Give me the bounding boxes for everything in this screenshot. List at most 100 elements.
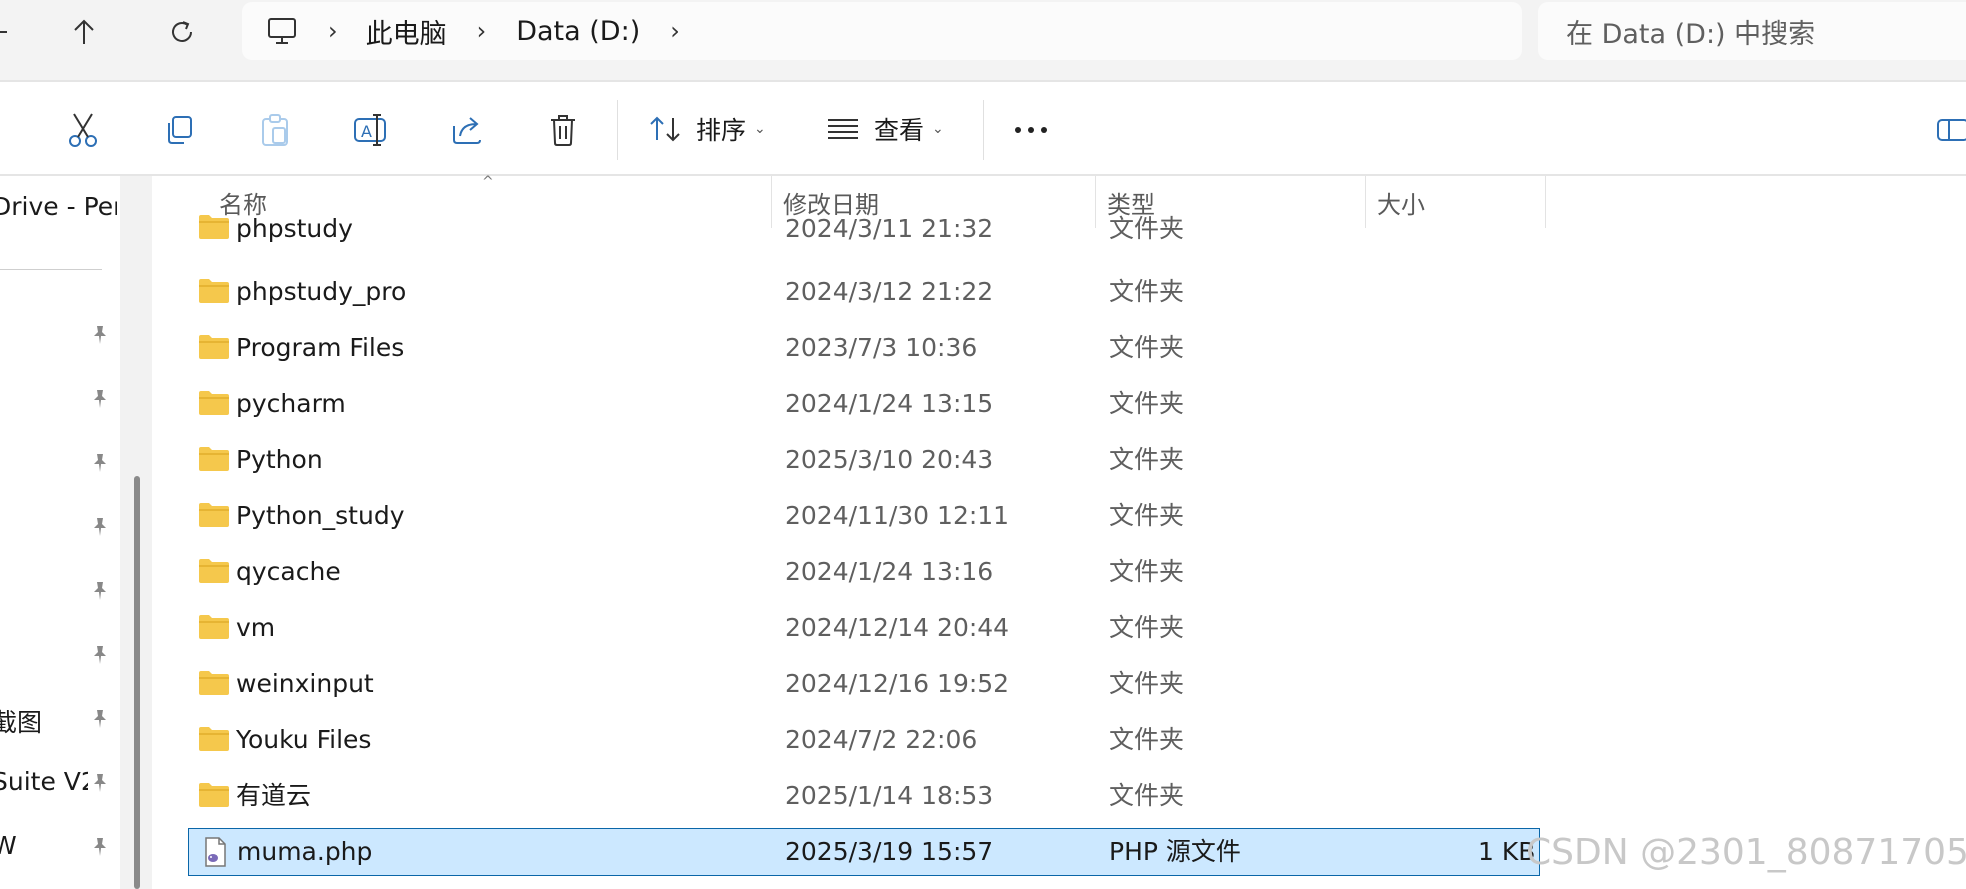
breadcrumb-chevron-icon[interactable]: › [328, 17, 338, 45]
file-row[interactable]: phpstudy_pro 2024/3/12 21:22 文件夹 [188, 265, 1540, 319]
file-name: Youku Files [236, 725, 372, 754]
refresh-icon [172, 21, 192, 42]
refresh-button[interactable] [156, 12, 208, 52]
view-label: 查看 [874, 116, 925, 145]
file-row-selected[interactable]: muma.php 2025/3/19 15:57 PHP 源文件 1 KB [188, 828, 1540, 876]
file-type: PHP 源文件 [1109, 837, 1241, 866]
file-type: 文件夹 [1109, 214, 1185, 243]
php-file-icon [205, 837, 226, 867]
file-date: 2024/3/12 21:22 [785, 277, 994, 306]
file-row[interactable]: pycharm 2024/1/24 13:15 文件夹 [188, 377, 1540, 431]
file-type: 文件夹 [1109, 445, 1185, 474]
folder-icon [199, 727, 229, 751]
file-name: pycharm [236, 389, 346, 418]
file-name: 有道云 [236, 781, 312, 810]
file-type: 文件夹 [1109, 277, 1185, 306]
back-button[interactable] [0, 12, 26, 52]
file-name: Python_study [236, 501, 405, 530]
pin-icon [94, 582, 106, 600]
search-placeholder[interactable]: 在 Data (D:) 中搜索 [1566, 12, 1815, 51]
file-row[interactable]: weinxinput 2024/12/16 19:52 文件夹 [188, 657, 1540, 711]
trash-icon [551, 115, 575, 146]
paste-button[interactable] [252, 107, 298, 153]
file-date: 2025/1/14 18:53 [785, 781, 994, 810]
delete-button[interactable] [540, 107, 586, 153]
sort-label: 排序 [696, 116, 747, 145]
breadcrumb-chevron-icon[interactable]: › [477, 17, 487, 45]
pin-icon [94, 326, 106, 344]
nav-divider [0, 269, 102, 270]
breadcrumb-this-pc[interactable]: 此电脑 [366, 12, 447, 51]
file-date: 2024/12/14 20:44 [785, 613, 1010, 642]
pin-icon [94, 710, 106, 728]
view-menu-button[interactable]: 查看 ⌄ [826, 106, 944, 152]
svg-text:A: A [361, 122, 372, 141]
file-name: qycache [236, 557, 341, 586]
file-name: muma.php [237, 837, 373, 866]
file-row[interactable]: Program Files 2023/7/3 10:36 文件夹 [188, 321, 1540, 375]
file-date: 2025/3/19 15:57 [785, 837, 994, 866]
share-icon [453, 117, 481, 144]
pin-icon [94, 646, 106, 664]
file-type: 文件夹 [1109, 389, 1185, 418]
file-row[interactable]: qycache 2024/1/24 13:16 文件夹 [188, 545, 1540, 599]
file-row[interactable]: Python 2025/3/10 20:43 文件夹 [188, 433, 1540, 487]
more-options-button[interactable] [1008, 107, 1054, 153]
file-row[interactable]: vm 2024/12/14 20:44 文件夹 [188, 601, 1540, 655]
file-name: Program Files [236, 333, 405, 362]
folder-icon [199, 215, 229, 239]
this-pc-icon[interactable] [266, 16, 298, 46]
details-pane-button[interactable] [1930, 107, 1966, 153]
toolbar-divider [983, 100, 984, 160]
cut-button[interactable] [60, 107, 106, 153]
sort-menu-button[interactable]: 排序 ⌄ [648, 106, 766, 152]
file-type: 文件夹 [1109, 725, 1185, 754]
file-date: 2023/7/3 10:36 [785, 333, 978, 362]
folder-icon [199, 671, 229, 695]
scrollbar-thumb[interactable] [134, 476, 140, 889]
rename-icon: A [354, 114, 386, 146]
file-row[interactable]: phpstudy 2024/3/11 21:32 文件夹 [188, 209, 1540, 249]
breadcrumb-chevron-icon[interactable]: › [670, 17, 680, 45]
toolbar-divider [617, 100, 618, 160]
clipboard-icon [262, 114, 288, 146]
file-row[interactable]: Python_study 2024/11/30 12:11 文件夹 [188, 489, 1540, 543]
nav-item-suite[interactable]: Suite V2 [0, 767, 88, 796]
file-type: 文件夹 [1109, 333, 1185, 362]
chevron-down-icon: ⌄ [932, 121, 944, 137]
scissors-icon [69, 113, 97, 147]
pin-icon [94, 838, 106, 856]
nav-item-onedrive[interactable]: Drive - Per [0, 192, 117, 221]
column-divider[interactable] [1545, 176, 1546, 228]
file-list: ^ 名称 修改日期 类型 大小 phpstudy 2024/3/11 21:32… [152, 174, 1966, 889]
address-bar[interactable]: › 此电脑 › Data (D:) › [242, 2, 1522, 60]
search-box[interactable]: 在 Data (D:) 中搜索 [1538, 2, 1966, 60]
folder-icon [199, 279, 229, 303]
navigation-scrollbar[interactable] [120, 176, 152, 889]
watermark-text: CSDN @2301_80871705 [1526, 832, 1966, 873]
folder-icon [199, 615, 229, 639]
file-date: 2024/1/24 13:15 [785, 389, 994, 418]
folder-icon [199, 447, 229, 471]
navigation-pane: Drive - Per 截图 Suite V2 W [0, 176, 120, 889]
copy-button[interactable] [156, 107, 202, 153]
file-date: 2025/3/10 20:43 [785, 445, 994, 474]
file-date: 2024/11/30 12:11 [785, 501, 1010, 530]
file-type: 文件夹 [1109, 781, 1185, 810]
breadcrumb-data-drive[interactable]: Data (D:) [516, 16, 640, 47]
up-button[interactable] [58, 12, 110, 52]
up-arrow-icon [74, 19, 94, 44]
file-date: 2024/12/16 19:52 [785, 669, 1010, 698]
rename-button[interactable]: A [348, 107, 394, 153]
file-type: 文件夹 [1109, 501, 1185, 530]
file-name: vm [236, 613, 276, 642]
file-row[interactable]: Youku Files 2024/7/2 22:06 文件夹 [188, 713, 1540, 767]
details-pane-icon [1937, 119, 1966, 141]
folder-icon [199, 559, 229, 583]
pin-icon [94, 454, 106, 472]
file-name: weinxinput [236, 669, 374, 698]
share-button[interactable] [444, 107, 490, 153]
sort-ascending-icon: ^ [482, 174, 494, 190]
file-row[interactable]: 有道云 2025/1/14 18:53 文件夹 [188, 769, 1540, 823]
folder-icon [199, 783, 229, 807]
